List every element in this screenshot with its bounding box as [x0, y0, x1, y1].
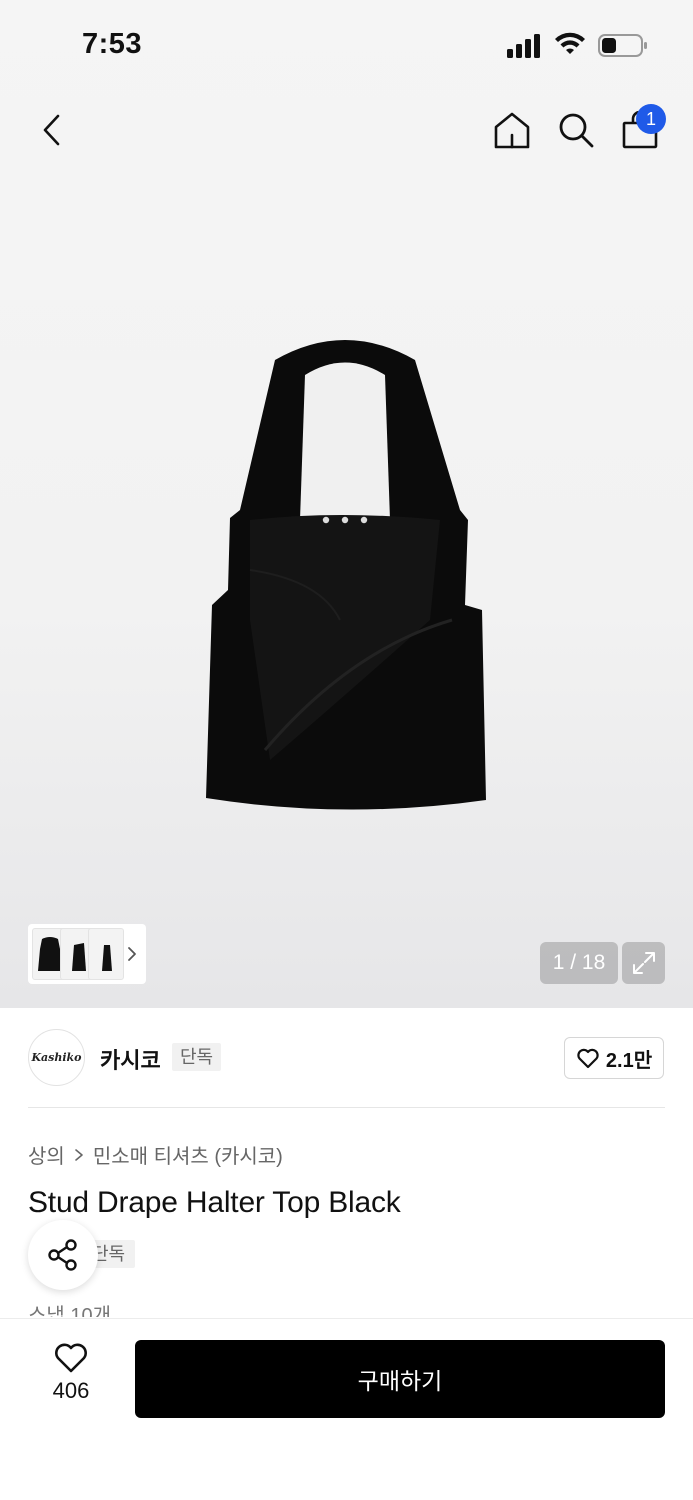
battery-icon	[598, 34, 647, 57]
chevron-right-icon	[75, 1148, 83, 1161]
product-image[interactable]	[190, 320, 500, 820]
product-gallery[interactable]: 7:53 1 1 / 18	[0, 0, 693, 1008]
wifi-icon	[555, 32, 585, 54]
breadcrumb: 상의 민소매 티셔츠 (카시코)	[28, 1140, 283, 1169]
brand-logo[interactable]: Kashiko	[28, 1029, 85, 1086]
gallery-page-counter: 1 / 18	[540, 942, 618, 984]
product-title: Stud Drape Halter Top Black	[28, 1186, 401, 1219]
brand-logo-text: Kashiko	[31, 1051, 82, 1064]
brand-name[interactable]: 카시코	[100, 1043, 161, 1075]
heart-icon	[577, 1048, 599, 1069]
chevron-right-icon	[128, 947, 136, 961]
cell-signal-icon	[507, 34, 540, 58]
buy-button[interactable]: 구매하기	[135, 1340, 665, 1418]
status-time: 7:53	[82, 28, 143, 60]
wishlist-count: 406	[52, 1378, 90, 1403]
wishlist-button[interactable]: 406	[28, 1342, 114, 1414]
brand-like-count: 2.1만	[605, 1049, 653, 1072]
search-button[interactable]	[552, 106, 600, 154]
snap-count[interactable]: 스냅 10개	[28, 1299, 111, 1317]
thumbnail-3[interactable]	[88, 928, 124, 980]
home-icon	[494, 112, 530, 149]
heart-icon	[55, 1343, 87, 1373]
expand-icon	[632, 952, 655, 974]
back-icon	[43, 114, 60, 146]
divider	[28, 1107, 665, 1108]
expand-button[interactable]	[622, 942, 665, 984]
status-bar: 7:53	[0, 0, 693, 90]
home-button[interactable]	[488, 106, 536, 154]
search-icon	[559, 113, 594, 148]
breadcrumb-item[interactable]: 상의	[28, 1140, 65, 1169]
back-button[interactable]	[30, 108, 74, 152]
brand-exclusive-tag: 단독	[172, 1043, 222, 1071]
share-button[interactable]	[28, 1220, 98, 1290]
share-icon	[48, 1239, 77, 1271]
breadcrumb-item[interactable]: 민소매 티셔츠 (카시코)	[93, 1140, 283, 1169]
cart-count-badge: 1	[636, 104, 666, 134]
brand-like-button[interactable]: 2.1만	[564, 1037, 664, 1079]
thumbnail-strip[interactable]	[28, 924, 146, 984]
